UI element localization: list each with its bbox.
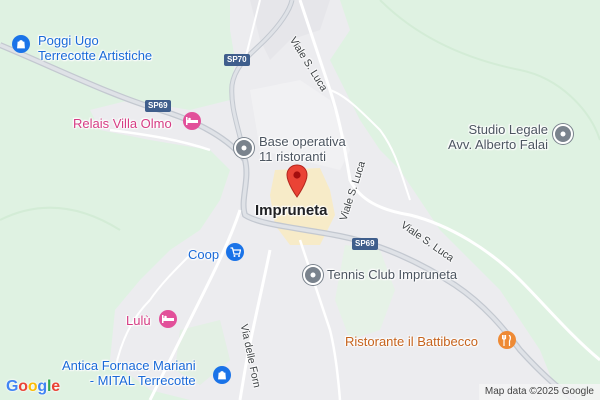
poi-name-line: Avv. Alberto Falai <box>448 137 548 152</box>
place-dot-icon[interactable] <box>303 265 323 285</box>
logo-letter: g <box>37 378 47 395</box>
route-shield-sp69: SP69 <box>352 238 378 250</box>
poi-name-line: 11 ristoranti <box>259 149 326 164</box>
contour <box>379 0 600 141</box>
location-marker-icon[interactable] <box>286 164 308 203</box>
shopping-bag-icon[interactable] <box>213 366 231 384</box>
poi-label-studio-legale[interactable]: Studio Legale Avv. Alberto Falai <box>448 122 548 152</box>
place-dot-icon[interactable] <box>234 138 254 158</box>
poi-name-line: Terrecotte Artistiche <box>38 48 153 63</box>
contour <box>0 206 121 231</box>
poi-label-tennis-club[interactable]: Tennis Club Impruneta <box>327 267 457 282</box>
poi-name-line: Antica Fornace Mariani <box>62 358 196 373</box>
poi-label-relais-villa-olmo[interactable]: Relais Villa Olmo <box>73 116 172 131</box>
bed-icon[interactable] <box>183 112 201 130</box>
bed-icon[interactable] <box>159 310 177 328</box>
town-label: Impruneta <box>255 202 328 219</box>
logo-letter: o <box>18 378 28 395</box>
google-logo: Google <box>6 378 60 396</box>
poi-name-line: Poggi Ugo <box>38 33 99 48</box>
poi-label-coop[interactable]: Coop <box>188 247 219 262</box>
logo-letter: e <box>51 378 60 395</box>
poi-label-poggi-ugo[interactable]: Poggi Ugo Terrecotte Artistiche <box>38 33 152 63</box>
map-canvas[interactable]: SP70 SP69 SP69 Viale S. Luca Viale S. Lu… <box>0 0 600 400</box>
poi-label-lulu[interactable]: Lulù <box>126 313 151 328</box>
fork-knife-icon[interactable] <box>498 331 516 349</box>
route-shield-sp70: SP70 <box>224 54 250 66</box>
poi-name-line: - MITAL Terrecotte <box>89 373 196 388</box>
route-shield-sp69: SP69 <box>145 100 171 112</box>
poi-name-line: Base operativa <box>259 134 346 149</box>
logo-letter: o <box>27 378 38 395</box>
shopping-cart-icon[interactable] <box>226 243 244 261</box>
poi-name-line: Studio Legale <box>468 122 548 137</box>
map-attribution[interactable]: Map data ©2025 Google <box>478 384 600 400</box>
poi-label-ristorante-battibecco[interactable]: Ristorante il Battibecco <box>345 334 478 349</box>
poi-label-antica-fornace[interactable]: Antica Fornace Mariani - MITAL Terrecott… <box>62 358 196 388</box>
place-dot-icon[interactable] <box>553 124 573 144</box>
logo-letter: G <box>6 378 19 395</box>
shopping-bag-icon[interactable] <box>12 35 30 53</box>
poi-label-base-operativa[interactable]: Base operativa 11 ristoranti <box>259 134 346 164</box>
